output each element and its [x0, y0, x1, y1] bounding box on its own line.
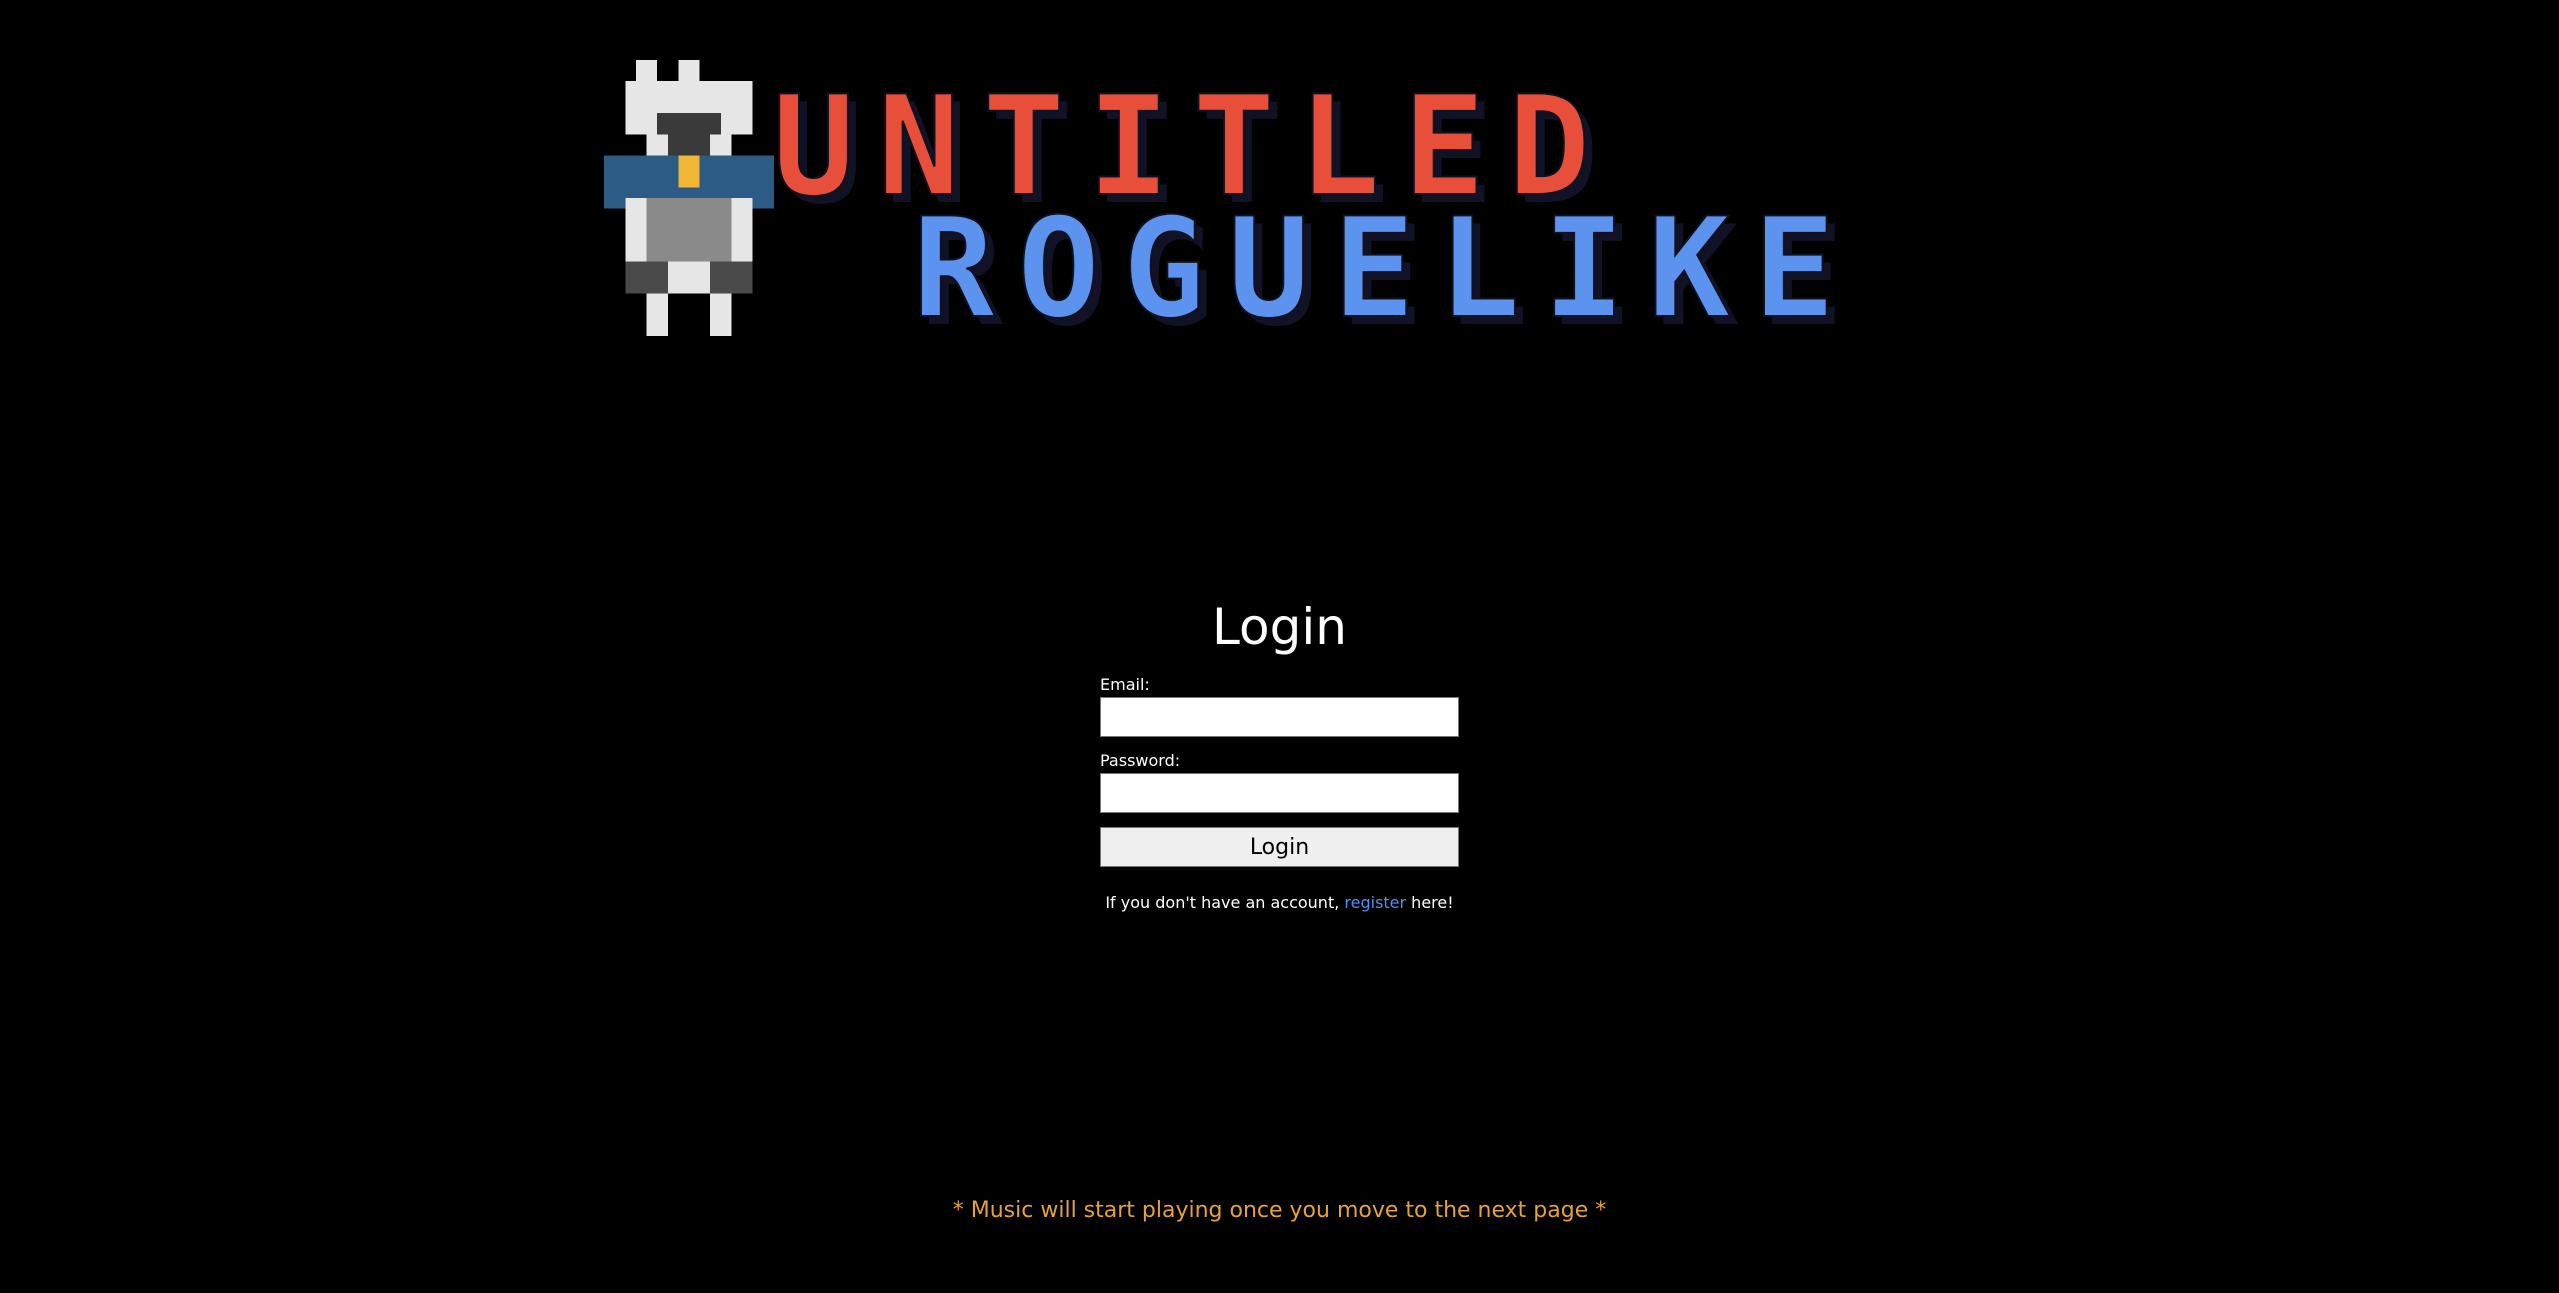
game-logo: UNTITLED ROGUELIKE: [604, 60, 1958, 349]
register-suffix-text: here!: [1406, 893, 1454, 912]
pixel-knight-icon: [604, 60, 774, 336]
register-prompt: If you don't have an account, register h…: [1100, 893, 1459, 912]
password-label: Password:: [1100, 751, 1181, 770]
login-heading: Login: [1212, 598, 1347, 656]
register-link[interactable]: register: [1344, 893, 1406, 912]
register-prefix-text: If you don't have an account,: [1105, 893, 1345, 912]
email-label: Email:: [1100, 675, 1150, 694]
email-field[interactable]: [1100, 697, 1459, 737]
logo-title-roguelike: ROGUELIKE: [911, 188, 1858, 349]
login-button[interactable]: Login: [1100, 827, 1459, 867]
password-field[interactable]: [1100, 773, 1459, 813]
login-form: Login Email: Password: Login If you don'…: [1100, 600, 1459, 912]
music-notice: * Music will start playing once you move…: [952, 1198, 1607, 1223]
